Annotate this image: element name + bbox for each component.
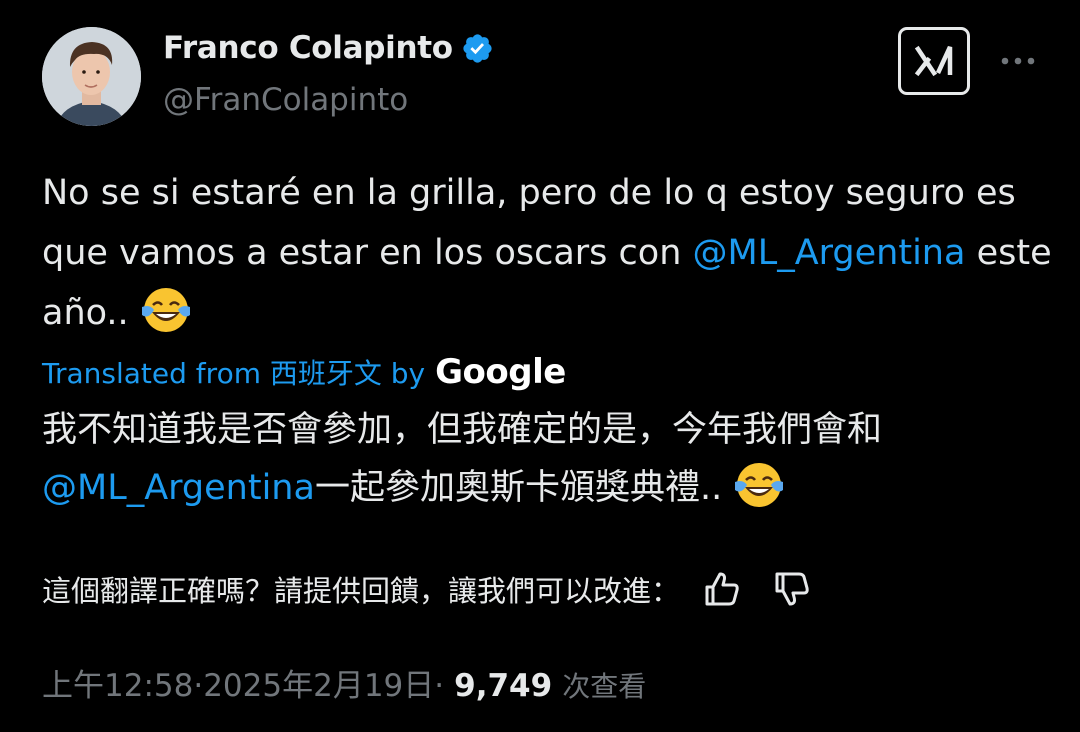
more-options-icon[interactable] <box>998 48 1038 74</box>
google-logo-text: Google <box>435 352 566 392</box>
face-with-tears-of-joy-icon <box>141 288 190 332</box>
author-handle[interactable]: @FranColapinto <box>163 82 408 118</box>
translation-text-part2: 一起參加奧斯卡頒獎典禮.. <box>314 468 734 508</box>
face-with-tears-of-joy-icon <box>735 463 784 507</box>
views-count[interactable]: 9,749 <box>454 668 552 704</box>
author-name[interactable]: Franco Colapinto <box>163 30 453 66</box>
views-label: 次查看 <box>562 670 647 703</box>
tweet-text: No se si estaré en la grilla, pero de lo… <box>42 163 1052 343</box>
meta-separator: · <box>193 668 204 704</box>
grok-button[interactable] <box>898 27 970 95</box>
author-name-row[interactable]: Franco Colapinto <box>163 30 494 66</box>
avatar[interactable] <box>42 27 141 126</box>
mention-link[interactable]: @ML_Argentina <box>693 233 966 273</box>
translation-feedback: 這個翻譯正確嗎？請提供回饋，讓我們可以改進： <box>42 568 812 610</box>
translated-from-label[interactable]: Translated from 西班牙文 by <box>42 352 425 392</box>
profile-photo-icon <box>42 27 141 126</box>
thumbs-down-icon[interactable] <box>772 569 812 609</box>
meta-separator: · <box>434 668 445 704</box>
thumbs-up-icon[interactable] <box>702 569 742 609</box>
verified-badge-icon <box>463 33 492 63</box>
post-time[interactable]: 上午12:58 <box>42 660 193 705</box>
grok-icon <box>914 45 953 77</box>
feedback-prompt: 這個翻譯正確嗎？請提供回饋，讓我們可以改進： <box>42 574 681 608</box>
tweet-meta: 上午12:58 · 2025年2月19日 · 9,749 次查看 <box>42 660 646 705</box>
translation-mention-link[interactable]: @ML_Argentina <box>42 468 315 508</box>
translation-attribution: Translated from 西班牙文 by Google <box>42 352 566 392</box>
translation-text-part1: 我不知道我是否會參加，但我確定的是，今年我們會和 <box>42 410 883 450</box>
translation-text: 我不知道我是否會參加，但我確定的是，今年我們會和 @ML_Argentina一起參… <box>42 401 1052 517</box>
post-date[interactable]: 2025年2月19日 <box>203 660 434 705</box>
